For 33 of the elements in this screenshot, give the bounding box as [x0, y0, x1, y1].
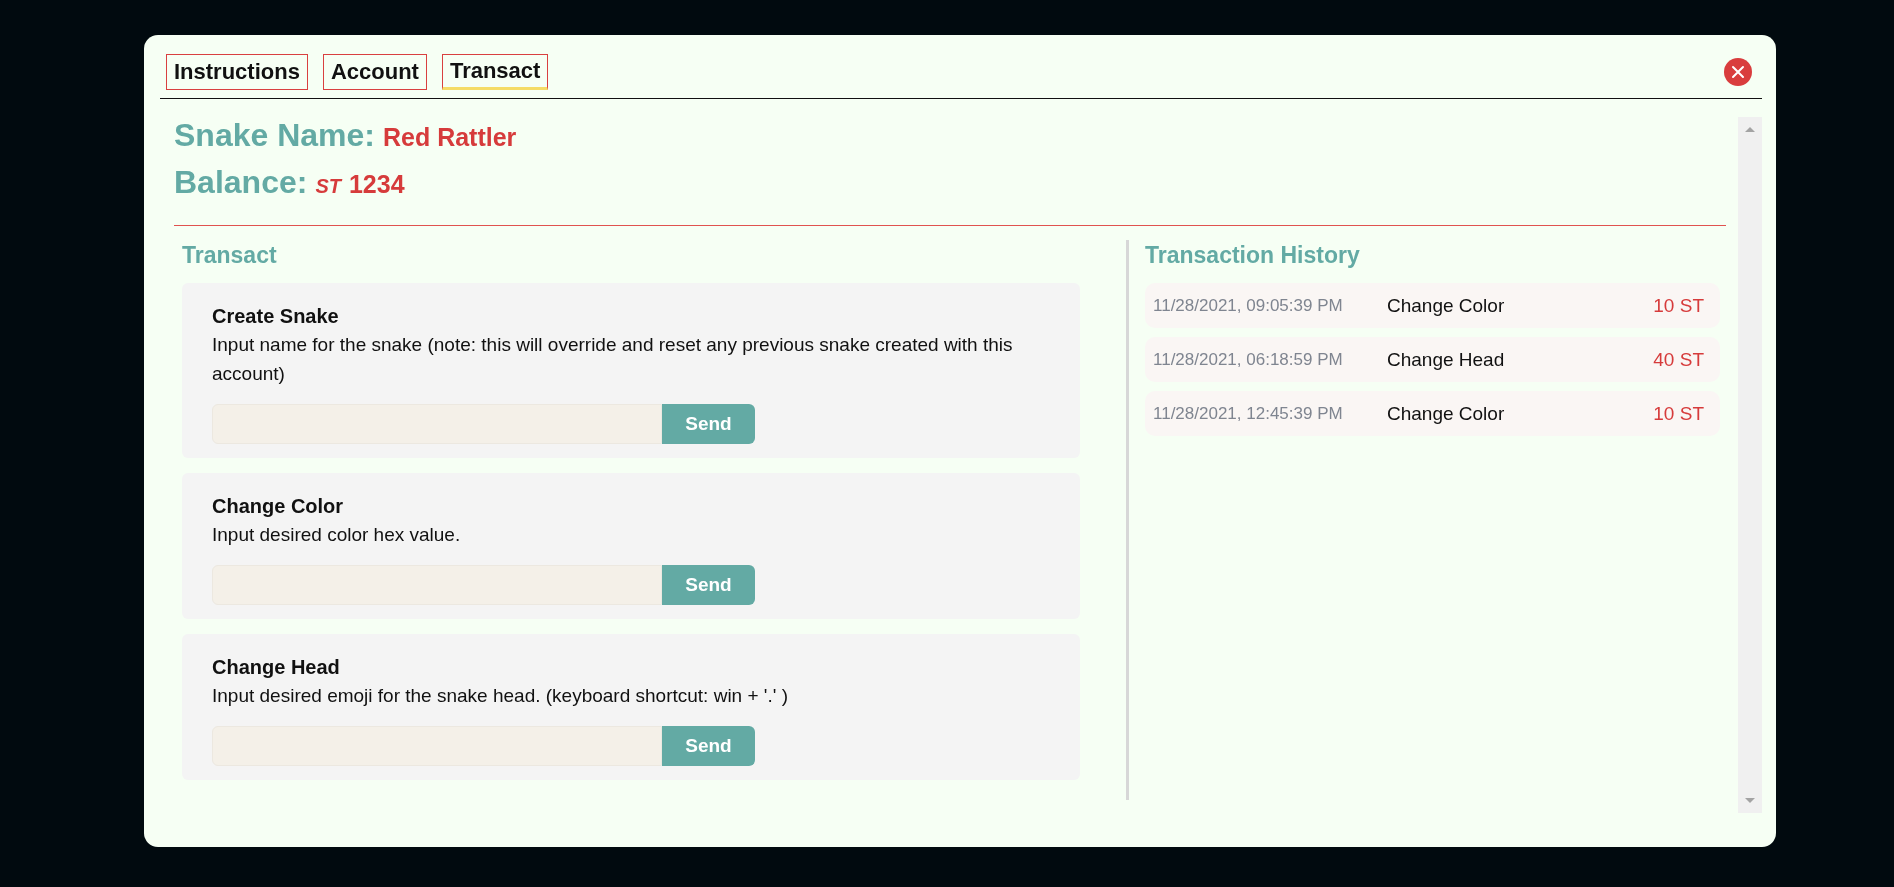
card-title: Change Head [212, 656, 341, 679]
section-heading: Transaction History [1145, 242, 1361, 269]
card-description: Input desired emoji for the snake head. (keyboard shortcut: win + '.' ) [212, 684, 789, 708]
amount: 40 ST [1653, 348, 1704, 371]
tab[interactable]: Instructions [166, 54, 308, 90]
timestamp: 11/28/2021, 09:05:39 PM [1153, 295, 1344, 316]
balance-label: Balance: [174, 164, 308, 201]
input-field[interactable] [212, 565, 662, 605]
tab[interactable]: Account [322, 54, 427, 90]
close-icon [1731, 65, 1745, 79]
action-name: Change Head [1387, 348, 1506, 371]
card-title: Change Color [212, 495, 345, 518]
balance-value: 1234 [348, 170, 405, 199]
amount: 10 ST [1653, 294, 1704, 317]
action-name: Change Color [1387, 402, 1506, 425]
input-field[interactable] [212, 404, 662, 444]
card-description: Input desired color hex value. [212, 523, 462, 547]
tab[interactable]: Transact [441, 54, 549, 90]
card-description: Input name for the snake (note: this will override and reset any previous snake created with this account) [212, 333, 1014, 386]
section-heading: Transact [182, 242, 278, 269]
snake-name-value: Red Rattler [383, 123, 517, 152]
scroll-down-icon[interactable] [1744, 797, 1756, 805]
scroll-up-icon[interactable] [1744, 125, 1756, 133]
currency-symbol: ST [315, 175, 341, 198]
timestamp: 11/28/2021, 12:45:39 PM [1153, 403, 1344, 424]
close-button[interactable] [1724, 58, 1752, 86]
card-title: Create Snake [212, 305, 340, 328]
action-name: Change Color [1387, 294, 1506, 317]
amount: 10 ST [1653, 402, 1704, 425]
input-field[interactable] [212, 726, 662, 766]
timestamp: 11/28/2021, 06:18:59 PM [1153, 349, 1344, 370]
snake-name-label: Snake Name: [174, 117, 375, 154]
scrollbar[interactable] [1738, 117, 1762, 813]
